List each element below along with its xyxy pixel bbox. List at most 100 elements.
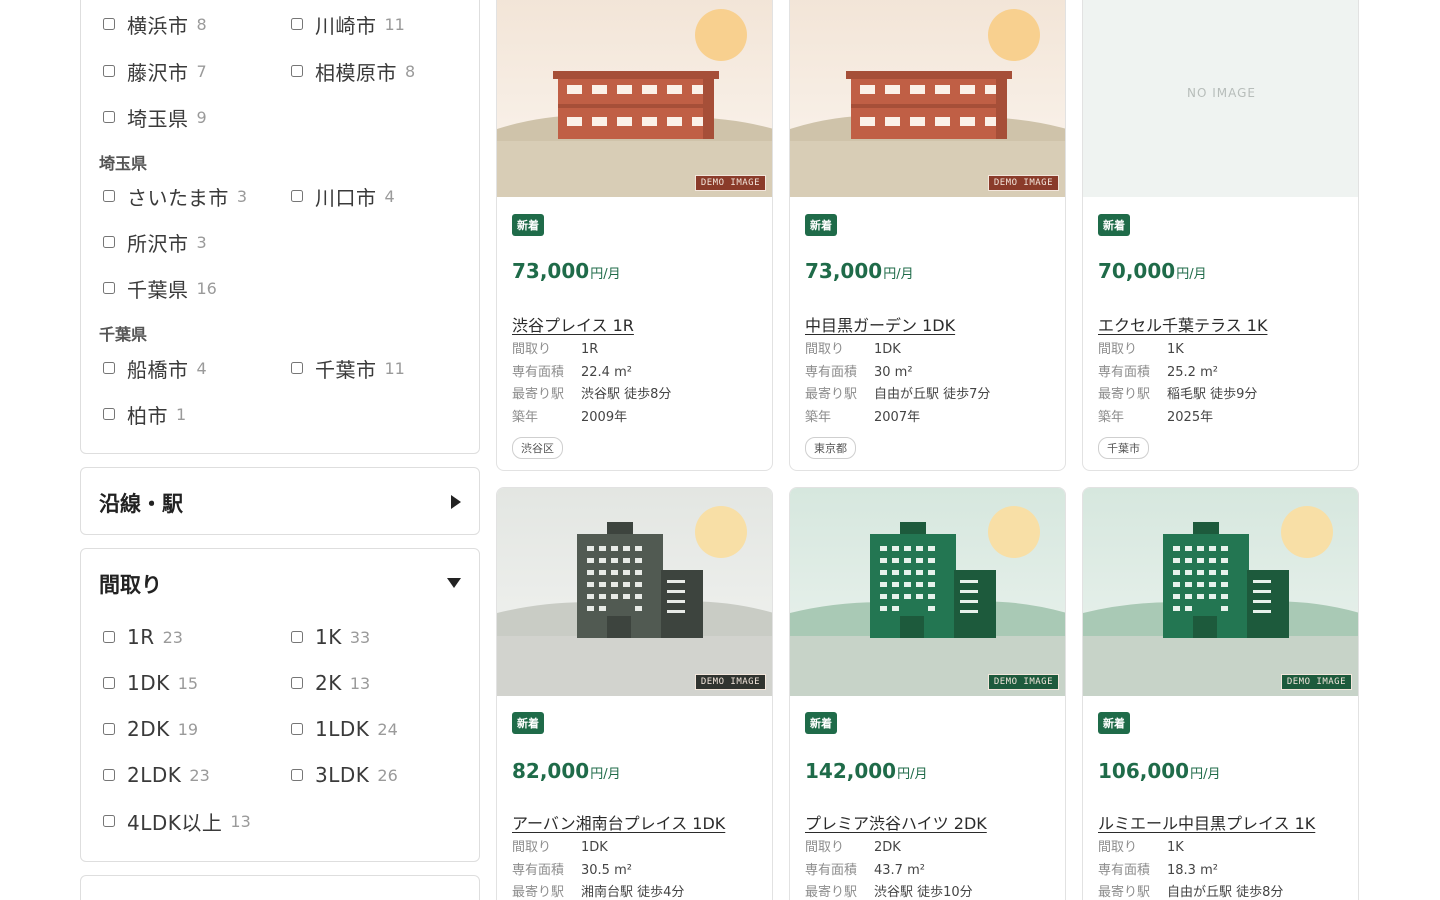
price-unit: 円/月: [590, 267, 621, 282]
area-option-saitama-city[interactable]: さいたま市 3: [103, 181, 247, 211]
spec-key: 専有面積: [1098, 364, 1151, 380]
property-card[interactable]: DEMO IMAGE 新着 142,000円/月 プレミア渋谷ハイツ 2DK 間…: [789, 487, 1066, 900]
spec-station: 渋谷駅 徒歩10分: [874, 885, 973, 900]
layout-option-1k[interactable]: 1K 33: [291, 622, 370, 652]
area-checkbox[interactable]: [103, 190, 115, 202]
price: 73,000円/月: [512, 259, 621, 283]
area-option-chiba-pref[interactable]: 千葉県 16: [103, 273, 217, 303]
area-option-kawaguchi[interactable]: 川口市 4: [291, 181, 395, 211]
option-label: 2LDK: [127, 763, 182, 787]
area-tag[interactable]: 渋谷区: [512, 437, 563, 459]
demo-image-badge: DEMO IMAGE: [987, 175, 1059, 191]
property-name-link[interactable]: 中目黒ガーデン 1DK: [805, 312, 955, 336]
building-illustration: [790, 0, 1065, 197]
property-card[interactable]: DEMO IMAGE 新着 82,000円/月 アーバン湘南台プレイス 1DK …: [496, 487, 773, 900]
price: 142,000円/月: [805, 759, 927, 783]
area-option-saitama-pref[interactable]: 埼玉県 9: [103, 102, 207, 132]
property-image[interactable]: DEMO IMAGE: [1083, 488, 1358, 696]
new-badge: 新着: [805, 712, 837, 734]
price-unit: 円/月: [590, 767, 621, 782]
no-image-placeholder[interactable]: NO IMAGE: [1083, 0, 1358, 197]
next-filter-panel[interactable]: [80, 875, 480, 900]
panel-title[interactable]: 間取り: [99, 569, 162, 599]
group-heading-saitama: 埼玉県: [99, 154, 148, 173]
option-count: 13: [230, 811, 251, 831]
layout-checkbox[interactable]: [103, 723, 115, 735]
spec-area: 22.4 m²: [581, 364, 632, 380]
area-checkbox[interactable]: [291, 362, 303, 374]
property-image[interactable]: DEMO IMAGE: [497, 488, 772, 696]
area-checkbox[interactable]: [291, 18, 303, 30]
layout-checkbox[interactable]: [103, 631, 115, 643]
price: 73,000円/月: [805, 259, 914, 283]
expand-arrow-icon: [451, 495, 461, 509]
layout-option-1ldk[interactable]: 1LDK 24: [291, 714, 398, 744]
layout-option-2dk[interactable]: 2DK 19: [103, 714, 198, 744]
layout-option-4ldk-plus[interactable]: 4LDK以上 13: [103, 806, 251, 836]
layout-checkbox[interactable]: [291, 769, 303, 781]
option-label: 川崎市: [315, 13, 377, 38]
collapse-arrow-icon[interactable]: [447, 578, 461, 588]
area-option-sagamihara[interactable]: 相模原市 8: [291, 56, 415, 86]
property-name-link[interactable]: エクセル千葉テラス 1K: [1098, 312, 1267, 336]
option-count: 26: [377, 765, 398, 785]
area-tag[interactable]: 東京都: [805, 437, 856, 459]
property-card[interactable]: DEMO IMAGE 新着 73,000円/月 中目黒ガーデン 1DK 間取り 1…: [789, 0, 1066, 471]
layout-checkbox[interactable]: [103, 769, 115, 781]
price-unit: 円/月: [883, 267, 914, 282]
property-name-link[interactable]: アーバン湘南台プレイス 1DK: [512, 810, 725, 834]
area-option-kawasaki[interactable]: 川崎市 11: [291, 9, 405, 39]
area-option-yokohama[interactable]: 横浜市 8: [103, 9, 207, 39]
option-count: 4: [384, 186, 395, 206]
area-option-fujisawa[interactable]: 藤沢市 7: [103, 56, 207, 86]
layout-checkbox[interactable]: [291, 723, 303, 735]
layout-option-2k[interactable]: 2K 13: [291, 668, 370, 698]
area-checkbox[interactable]: [103, 362, 115, 374]
layout-checkbox[interactable]: [291, 677, 303, 689]
property-name-link[interactable]: プレミア渋谷ハイツ 2DK: [805, 810, 987, 834]
new-badge: 新着: [512, 214, 544, 236]
layout-option-1r[interactable]: 1R 23: [103, 622, 183, 652]
layout-option-3ldk[interactable]: 3LDK 26: [291, 760, 398, 790]
layout-option-1dk[interactable]: 1DK 15: [103, 668, 198, 698]
line-station-panel-header[interactable]: 沿線・駅: [80, 467, 480, 535]
area-option-kashiwa[interactable]: 柏市 1: [103, 399, 186, 429]
spec-area: 25.2 m²: [1167, 364, 1218, 380]
property-card[interactable]: NO IMAGE 新着 70,000円/月 エクセル千葉テラス 1K 間取り 1K…: [1082, 0, 1359, 471]
new-badge: 新着: [512, 712, 544, 734]
option-label: 横浜市: [127, 13, 189, 38]
layout-checkbox[interactable]: [103, 815, 115, 827]
area-checkbox[interactable]: [103, 282, 115, 294]
area-checkbox[interactable]: [103, 408, 115, 420]
spec-key: 専有面積: [805, 364, 858, 380]
property-image[interactable]: DEMO IMAGE: [497, 0, 772, 197]
spec-list: 間取り 1K 専有面積 18.3 m² 最寄り駅 自由が丘駅 徒歩8分: [1098, 837, 1283, 900]
area-checkbox[interactable]: [103, 65, 115, 77]
option-label: 柏市: [127, 403, 168, 428]
option-count: 4: [196, 358, 207, 378]
property-image[interactable]: DEMO IMAGE: [790, 488, 1065, 696]
area-checkbox[interactable]: [291, 190, 303, 202]
price: 106,000円/月: [1098, 759, 1220, 783]
price-value: 70,000: [1098, 259, 1176, 283]
layout-option-2ldk[interactable]: 2LDK 23: [103, 760, 210, 790]
property-image[interactable]: DEMO IMAGE: [790, 0, 1065, 197]
property-name-link[interactable]: 渋谷プレイス 1R: [512, 312, 634, 336]
option-label: 1R: [127, 625, 155, 649]
area-checkbox[interactable]: [103, 111, 115, 123]
property-card[interactable]: DEMO IMAGE 新着 73,000円/月 渋谷プレイス 1R 間取り 1R …: [496, 0, 773, 471]
area-option-chiba-city[interactable]: 千葉市 11: [291, 353, 405, 383]
layout-checkbox[interactable]: [291, 631, 303, 643]
area-checkbox[interactable]: [103, 18, 115, 30]
area-option-tokorozawa[interactable]: 所沢市 3: [103, 227, 207, 257]
property-name-link[interactable]: ルミエール中目黒プレイス 1K: [1098, 810, 1315, 834]
spec-key: 間取り: [1098, 342, 1138, 357]
area-checkbox[interactable]: [103, 236, 115, 248]
demo-image-badge: DEMO IMAGE: [987, 674, 1059, 690]
area-option-funabashi[interactable]: 船橋市 4: [103, 353, 207, 383]
area-tag[interactable]: 千葉市: [1098, 437, 1149, 459]
property-card[interactable]: DEMO IMAGE 新着 106,000円/月 ルミエール中目黒プレイス 1K…: [1082, 487, 1359, 900]
spec-key: 間取り: [512, 840, 552, 855]
layout-checkbox[interactable]: [103, 677, 115, 689]
area-checkbox[interactable]: [291, 65, 303, 77]
